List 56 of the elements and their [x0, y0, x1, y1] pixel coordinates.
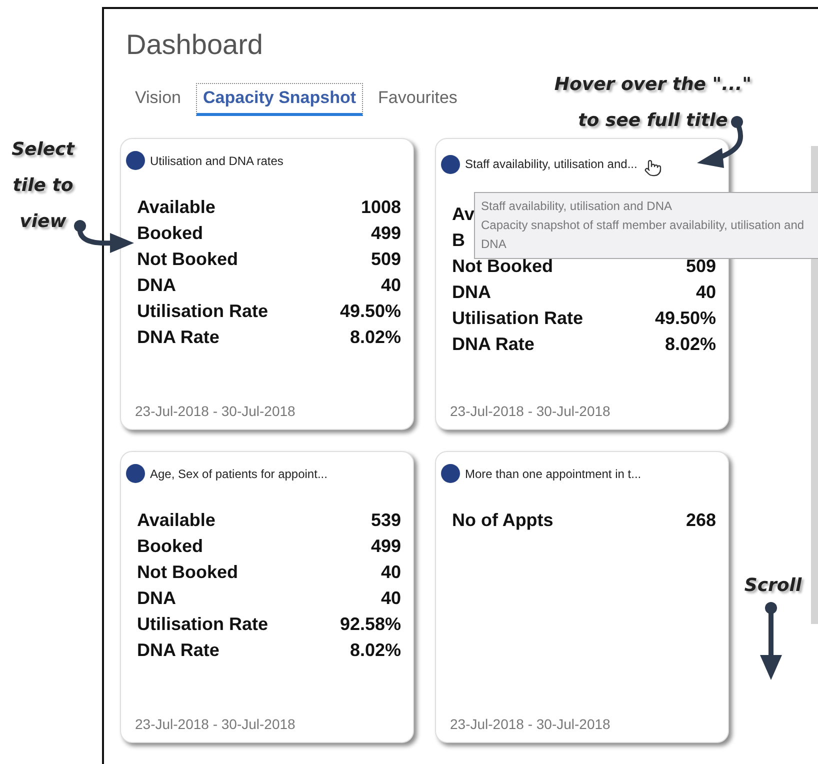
metric-label: No of Appts	[452, 510, 554, 530]
metric-value: 40	[380, 562, 401, 582]
date-range: 23-Jul-2018 - 30-Jul-2018	[450, 403, 612, 419]
date-range: 23-Jul-2018 - 30-Jul-2018	[135, 403, 296, 419]
metric-label: B	[452, 230, 465, 250]
tile-title: Staff availability, utilisation and...	[465, 157, 638, 171]
tile-title: Utilisation and DNA rates	[150, 154, 284, 168]
tab[interactable]: Capacity Snapshot	[196, 83, 364, 116]
metric-value: 8.02%	[350, 640, 401, 660]
metric-label: Booked	[137, 536, 204, 556]
date-range: 23-Jul-2018 - 30-Jul-2018	[135, 716, 296, 732]
metric-value: 499	[370, 536, 401, 556]
tile-card[interactable]: Age, Sex of patients for appoint... Available 539 Booked 499 Not Booked 40 DNA 40 Utilisation Rate 92.58% DNA Rate 8.02% 23-Jul-2018 - 30-Jul-2018	[120, 451, 414, 743]
metric-value: 8.02%	[664, 334, 716, 354]
tile-title: Age, Sex of patients for appoint...	[150, 466, 328, 480]
metric-value: 49.50%	[654, 308, 716, 328]
metric-label: DNA Rate	[137, 326, 220, 348]
metric-value: 509	[370, 248, 401, 270]
metric-value: 8.02%	[350, 326, 401, 348]
tile-card[interactable]: Utilisation and DNA rates Available 1008 Booked 499 Not Booked 509 DNA 40 Utilisation Rate 49.50% DNA Rate 8.02% 23-Jul-2018 - 30-Jul-2018	[120, 138, 414, 430]
tile-card[interactable]: More than one appointment in t... No of Appts 268 23-Jul-2018 - 30-Jul-2018	[435, 451, 729, 743]
metric-label: Booked	[137, 222, 204, 244]
metric-label: Available	[137, 196, 216, 218]
metric-label: DNA Rate	[452, 334, 534, 354]
tile-title: More than one appointment in t...	[465, 466, 642, 480]
metric-value: 92.58%	[340, 614, 401, 634]
date-range: 23-Jul-2018 - 30-Jul-2018	[450, 716, 612, 732]
metric-value: 40	[380, 274, 401, 296]
metric-label: DNA	[137, 588, 176, 608]
tab[interactable]: Favourites	[371, 83, 464, 116]
metric-label: Av	[452, 204, 474, 224]
metric-value: 40	[696, 282, 716, 302]
metric-value: 40	[380, 588, 401, 608]
metric-label: DNA	[452, 282, 491, 302]
metric-label: Utilisation Rate	[452, 308, 584, 328]
metric-value: 49.50%	[340, 300, 401, 322]
metric-label: Utilisation Rate	[137, 614, 268, 634]
annotation-text: Select tile to view	[10, 138, 76, 234]
dashboard-title: Dashboard	[126, 29, 264, 61]
metric-label: DNA	[137, 274, 176, 296]
metric-label: Not Booked	[137, 248, 238, 270]
metric-label: Not Booked	[452, 256, 553, 276]
metric-value: 268	[686, 510, 716, 530]
tooltip-title: Staff availability, utilisation and DNA	[481, 198, 673, 215]
metric-label: DNA Rate	[137, 640, 220, 660]
metric-value: 509	[686, 256, 716, 276]
metric-label: Utilisation Rate	[137, 300, 268, 322]
annotation-text: Scroll	[743, 574, 803, 598]
metric-value: 1008	[360, 196, 401, 218]
curved-arrow	[74, 220, 134, 253]
metric-value: 499	[370, 222, 401, 244]
tab[interactable]: Vision	[128, 83, 188, 116]
metric-label: Not Booked	[137, 562, 238, 582]
metric-value: 539	[370, 510, 401, 530]
metric-label: Available	[137, 510, 216, 530]
annotation-text: Hover over the "..." to see full title	[553, 73, 753, 133]
